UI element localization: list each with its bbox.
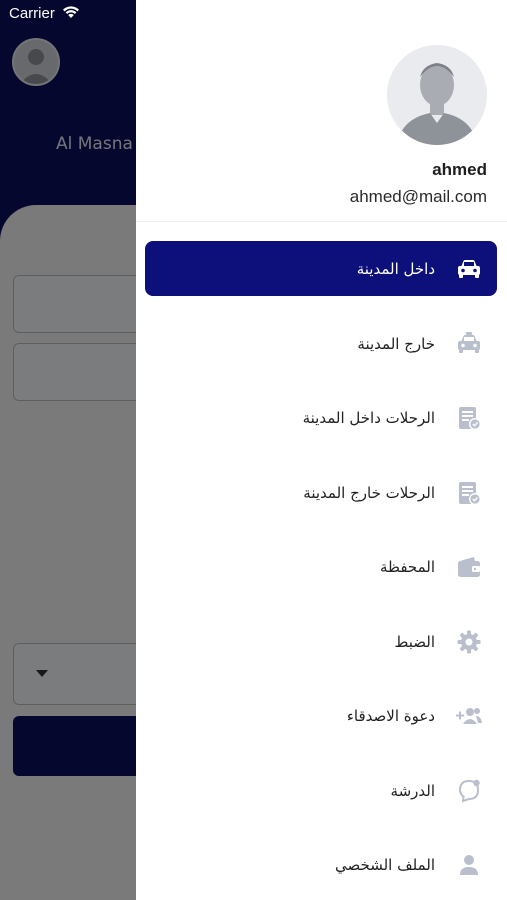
gear-icon (457, 630, 481, 654)
invite-friends-icon (456, 708, 482, 724)
menu-item-trips-inside-city[interactable]: الرحلات داخل المدينة (145, 390, 497, 445)
menu-item-label: الدرشة (390, 781, 435, 800)
menu-item-outside-city[interactable]: خارج المدينة (145, 316, 497, 371)
navigation-drawer: ahmed ahmed@mail.com داخل المدينة خارج ا… (136, 0, 507, 900)
profile-name: ahmed (432, 160, 487, 179)
carrier-label: Carrier (9, 5, 55, 22)
trip-list-icon (459, 407, 481, 430)
menu-item-wallet[interactable]: المحفظة (145, 539, 497, 594)
menu-item-label: المحفظة (379, 557, 435, 576)
menu-item-trips-outside-city[interactable]: الرحلات خارج المدينة (145, 465, 497, 520)
taxi-icon (458, 332, 480, 353)
menu-item-label: داخل المدينة (356, 259, 435, 278)
menu-item-inside-city[interactable]: داخل المدينة (145, 241, 497, 296)
profile-email: ahmed@mail.com (349, 187, 487, 206)
menu-item-profile[interactable]: الملف الشخصي (145, 837, 497, 892)
menu-item-label: الرحلات داخل المدينة (302, 408, 435, 427)
menu-item-label: الرحلات خارج المدينة (303, 483, 435, 502)
menu-item-label: خارج المدينة (357, 334, 435, 353)
menu-item-settings[interactable]: الضبط (145, 614, 497, 669)
chat-icon (458, 779, 480, 803)
divider (136, 221, 507, 222)
status-bar: Carrier (0, 0, 507, 30)
menu-item-label: دعوة الاصدقاء (346, 706, 435, 725)
trip-list-icon (459, 482, 481, 505)
wifi-icon (63, 6, 79, 18)
profile-avatar[interactable] (387, 45, 487, 145)
menu-item-label: الضبط (394, 632, 435, 651)
menu-item-chat[interactable]: الدرشة (145, 763, 497, 818)
wallet-icon (458, 557, 480, 577)
menu-item-label: الملف الشخصي (335, 855, 435, 874)
menu-item-invite-friends[interactable]: دعوة الاصدقاء (145, 688, 497, 743)
profile-icon (460, 855, 478, 875)
car-icon (458, 260, 480, 278)
